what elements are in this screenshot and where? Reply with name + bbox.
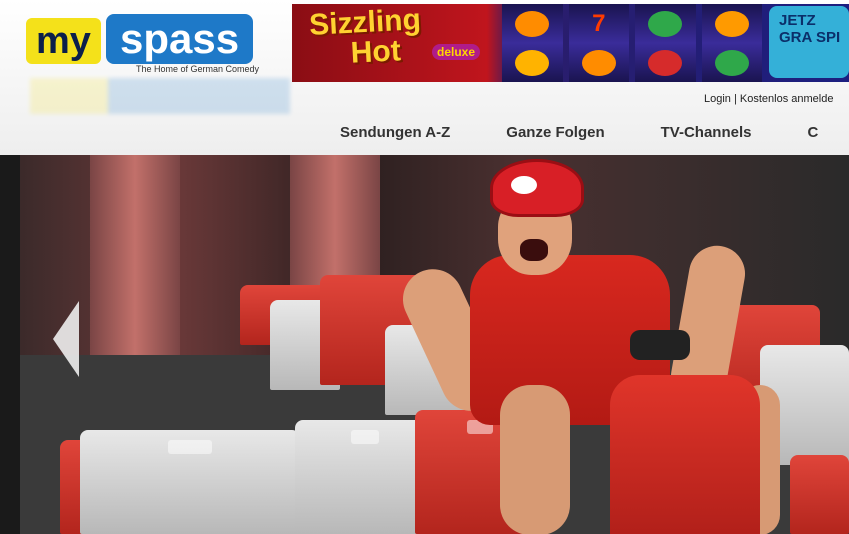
account-separator: | <box>733 93 737 105</box>
helmet-badge <box>511 176 537 194</box>
seven-icon: 7 <box>592 10 606 37</box>
person-mouth <box>520 239 548 261</box>
slot-reel <box>635 4 696 82</box>
main-nav: Sendungen A-Z Ganze Folgen TV-Channels C <box>340 110 849 155</box>
hero-person <box>393 155 780 534</box>
orange-icon <box>515 10 550 37</box>
register-link[interactable]: Kostenlos anmelde <box>740 93 834 105</box>
nav-tv-channels[interactable]: TV-Channels <box>661 124 752 141</box>
helmet-icon <box>490 159 584 217</box>
melon-icon <box>648 10 683 37</box>
ad-cta-button[interactable]: JETZ GRA SPI <box>769 6 849 78</box>
hero-seat <box>80 430 300 534</box>
account-links: Login | Kostenlos anmelde <box>704 93 833 105</box>
login-link[interactable]: Login <box>704 93 731 105</box>
slot-reel: 7 <box>568 4 629 82</box>
slot-reel <box>701 4 762 82</box>
go-kart <box>610 375 760 534</box>
page: my spass The Home of German Comedy Sizzl… <box>0 0 849 534</box>
nav-sendungen-a-z[interactable]: Sendungen A-Z <box>340 124 450 141</box>
mysspass-logo[interactable]: my spass The Home of German Comedy <box>22 14 282 78</box>
nav-more[interactable]: C <box>807 124 818 141</box>
logo-my: my <box>26 18 101 64</box>
ad-title: Sizzling Hot <box>308 4 424 71</box>
logo-spass: spass <box>106 14 254 64</box>
lemon-icon <box>515 49 550 76</box>
orange-icon <box>581 50 616 76</box>
hero-seat <box>295 420 435 534</box>
cherry-icon <box>648 49 683 76</box>
logo-reflection <box>30 78 290 114</box>
steering-wheel <box>630 330 690 360</box>
ad-subtitle: deluxe <box>432 44 481 60</box>
ad-banner[interactable]: Sizzling Hot deluxe 7 JETZ GRA SPI <box>292 4 849 82</box>
orange-icon <box>714 10 749 37</box>
hero-seat <box>790 455 849 534</box>
site-header: my spass The Home of German Comedy Sizzl… <box>0 0 849 155</box>
hero-pillar <box>90 155 180 355</box>
slot-reel <box>502 4 563 82</box>
logo-tagline: The Home of German Comedy <box>136 64 260 74</box>
melon-icon <box>714 49 749 76</box>
chevron-left-icon[interactable] <box>53 301 79 377</box>
nav-ganze-folgen[interactable]: Ganze Folgen <box>506 124 604 141</box>
person-leg <box>500 385 570 534</box>
slot-reels: 7 <box>502 4 762 82</box>
hero-slideshow[interactable] <box>20 155 849 534</box>
